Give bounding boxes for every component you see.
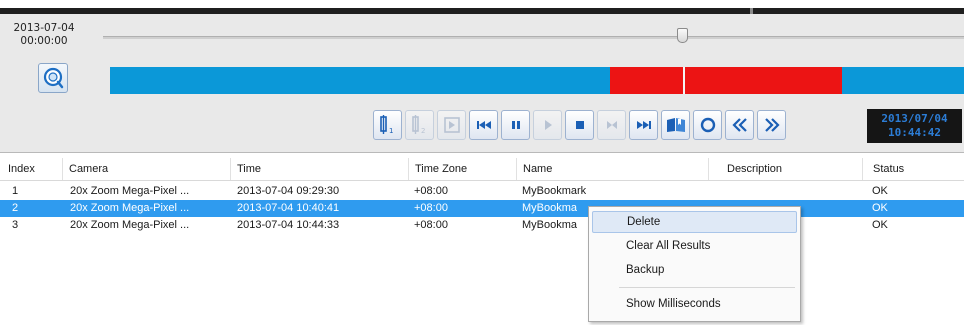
event-segment — [610, 67, 842, 94]
snapshot-cursor-alt-icon: 2 — [411, 115, 425, 135]
row-index: 3 — [12, 219, 19, 231]
skip-to-start-icon — [476, 121, 491, 129]
top-bar-notch — [750, 8, 753, 14]
row-time: 2013-07-04 10:40:41 — [237, 202, 340, 214]
column-header-description[interactable]: Description — [708, 158, 782, 180]
column-header-status[interactable]: Status — [862, 158, 904, 180]
playback-controls: 1 2 — [373, 110, 786, 144]
snapshot-cursor-alt-button[interactable]: 2 — [405, 110, 434, 140]
timeline-start-date: 2013-07-04 — [13, 22, 75, 34]
row-camera: 20x Zoom Mega-Pixel ... — [70, 202, 190, 214]
current-time-display: 2013/07/04 10:44:42 — [867, 109, 962, 143]
row-time: 2013-07-04 09:29:30 — [237, 185, 340, 197]
frame-export-button[interactable] — [437, 110, 466, 140]
pause-icon — [511, 121, 520, 129]
search-icon — [43, 67, 64, 89]
row-time-zone: +08:00 — [414, 202, 448, 214]
row-status: OK — [872, 185, 888, 197]
current-date: 2013/07/04 — [881, 112, 948, 125]
playback-panel: 2013-07-04 00:00:00 1 2 2013/07/04 10:44… — [0, 0, 964, 153]
row-time: 2013-07-04 10:44:33 — [237, 219, 340, 231]
table-row[interactable]: 3 20x Zoom Mega-Pixel ... 2013-07-04 10:… — [0, 217, 964, 234]
column-header-time[interactable]: Time — [230, 158, 261, 180]
timeline-start-time: 00:00:00 — [20, 35, 68, 47]
refresh-icon — [700, 117, 715, 133]
top-strip — [0, 0, 964, 14]
bookmark-icon — [666, 118, 685, 132]
timeline-start-label: 2013-07-04 00:00:00 — [4, 22, 84, 48]
column-header-time-zone[interactable]: Time Zone — [408, 158, 467, 180]
stop-icon — [575, 121, 584, 129]
column-header-name[interactable]: Name — [516, 158, 552, 180]
timeline-cursor — [683, 67, 685, 94]
skip-to-start-button[interactable] — [469, 110, 498, 140]
row-name: MyBookma — [522, 219, 578, 231]
row-camera: 20x Zoom Mega-Pixel ... — [70, 185, 190, 197]
row-time-zone: +08:00 — [414, 219, 448, 231]
table-header: Index Camera Time Time Zone Name Descrip… — [0, 158, 964, 181]
svg-text:1: 1 — [389, 127, 393, 135]
row-name: MyBookma — [522, 202, 578, 214]
fast-forward-icon — [764, 118, 780, 132]
row-status: OK — [872, 202, 888, 214]
row-status: OK — [872, 219, 888, 231]
context-menu: Delete Clear All Results Backup Show Mil… — [588, 206, 801, 322]
rewind-button[interactable] — [725, 110, 754, 140]
menu-separator — [619, 287, 795, 288]
menu-item-clear-all-results[interactable]: Clear All Results — [592, 235, 797, 257]
snapshot-cursor-button[interactable]: 1 — [373, 110, 402, 140]
row-index: 1 — [12, 185, 19, 197]
row-index: 2 — [12, 202, 19, 214]
fast-forward-button[interactable] — [757, 110, 786, 140]
bookmark-button[interactable] — [661, 110, 690, 140]
step-icon — [606, 121, 617, 129]
row-time-zone: +08:00 — [414, 185, 448, 197]
search-button[interactable] — [38, 63, 68, 93]
column-header-camera[interactable]: Camera — [62, 158, 108, 180]
bookmark-results-table: Index Camera Time Time Zone Name Descrip… — [0, 153, 964, 325]
play-button[interactable] — [533, 110, 562, 140]
row-name: MyBookmark — [522, 185, 587, 197]
time-slider-thumb[interactable] — [677, 28, 688, 43]
skip-to-end-button[interactable] — [629, 110, 658, 140]
step-button[interactable] — [597, 110, 626, 140]
stop-button[interactable] — [565, 110, 594, 140]
refresh-button[interactable] — [693, 110, 722, 140]
table-row[interactable]: 1 20x Zoom Mega-Pixel ... 2013-07-04 09:… — [0, 183, 964, 200]
play-icon — [544, 120, 552, 130]
current-time: 10:44:42 — [888, 126, 941, 139]
menu-item-delete[interactable]: Delete — [592, 211, 797, 233]
skip-to-end-icon — [636, 121, 651, 129]
row-camera: 20x Zoom Mega-Pixel ... — [70, 219, 190, 231]
frame-export-icon — [443, 117, 460, 133]
svg-text:2: 2 — [421, 127, 425, 135]
table-row-selected[interactable]: 2 20x Zoom Mega-Pixel ... 2013-07-04 10:… — [0, 200, 964, 217]
recording-timeline[interactable] — [110, 67, 964, 94]
column-header-index[interactable]: Index — [8, 158, 35, 180]
menu-item-backup[interactable]: Backup — [592, 259, 797, 281]
rewind-icon — [731, 118, 747, 132]
snapshot-cursor-icon: 1 — [379, 115, 393, 135]
pause-button[interactable] — [501, 110, 530, 140]
time-slider-track[interactable] — [103, 36, 964, 39]
menu-item-show-milliseconds[interactable]: Show Milliseconds — [592, 293, 797, 315]
top-bar — [0, 8, 964, 14]
